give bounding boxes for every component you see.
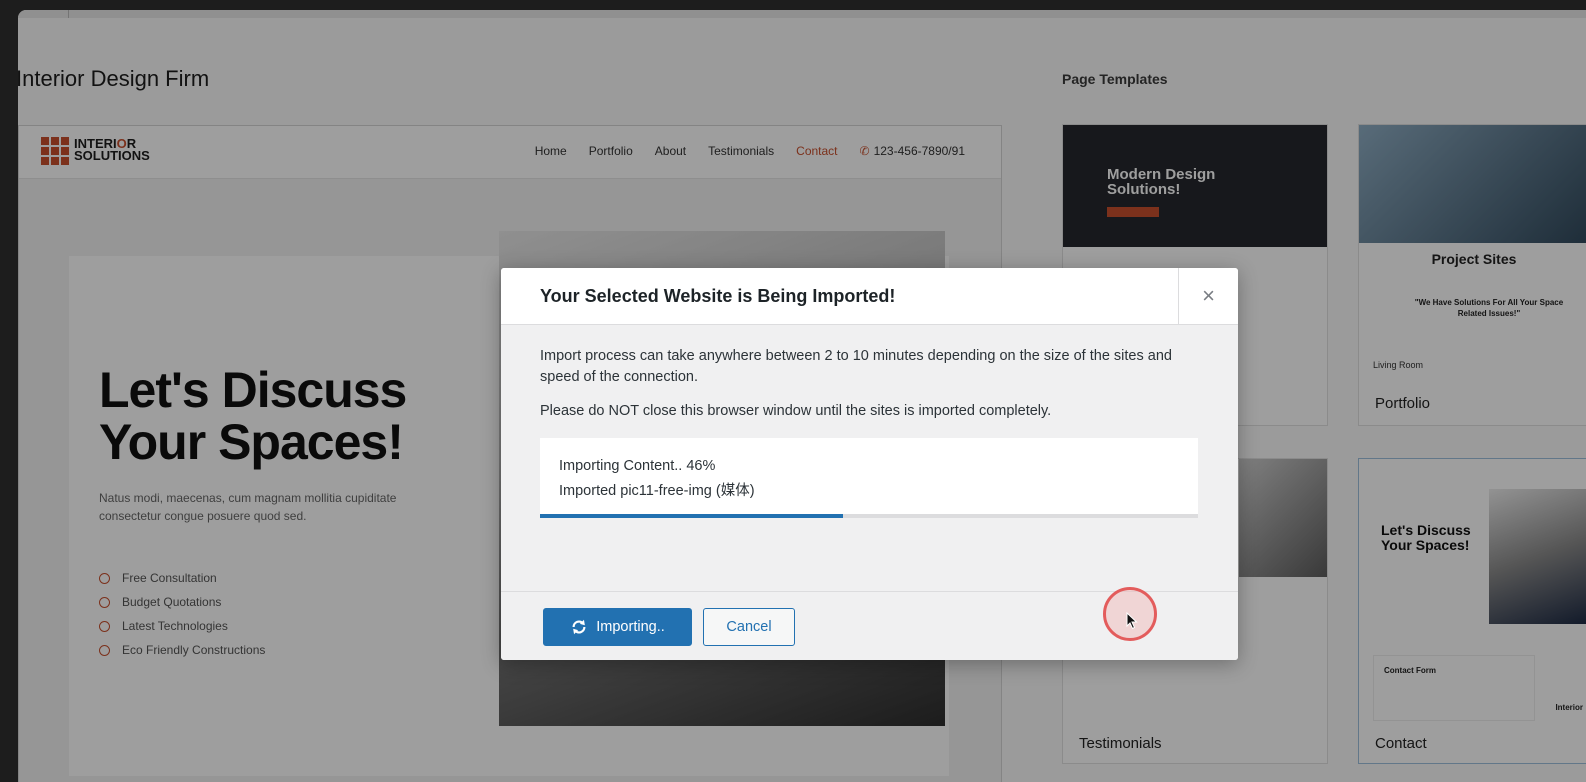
importing-button[interactable]: Importing.. (543, 608, 692, 646)
close-icon[interactable]: × (1178, 268, 1238, 324)
dialog-header: Your Selected Website is Being Imported!… (501, 268, 1238, 325)
import-status-box: Importing Content.. 46% Imported pic11-f… (540, 438, 1198, 515)
progress-bar (540, 514, 1198, 518)
dialog-title: Your Selected Website is Being Imported! (540, 286, 896, 306)
mouse-cursor-icon (1126, 612, 1138, 630)
cancel-button[interactable]: Cancel (703, 608, 795, 646)
import-status-line: Importing Content.. 46% (559, 458, 716, 474)
dialog-description: Import process can take anywhere between… (540, 348, 1172, 385)
import-detail-line: Imported pic11-free-img (媒体) (559, 483, 755, 499)
refresh-icon (572, 619, 586, 635)
progress-bar-fill (540, 514, 843, 518)
dialog-warning: Please do NOT close this browser window … (540, 403, 1052, 419)
